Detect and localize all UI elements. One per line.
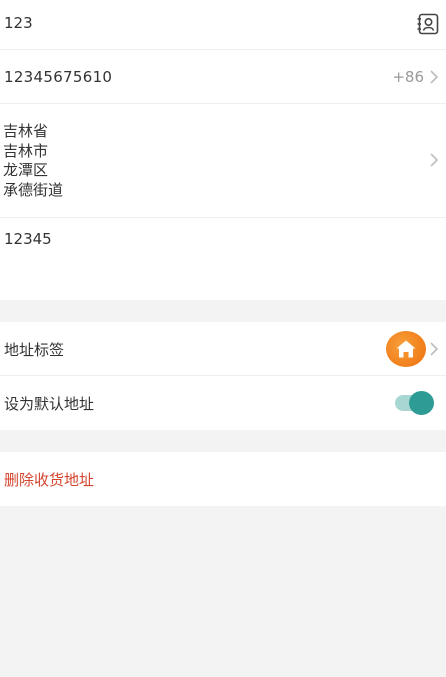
default-address-row: 设为默认地址 <box>0 376 446 430</box>
name-input[interactable]: 123 <box>4 14 33 32</box>
chevron-right-icon <box>428 341 440 357</box>
default-address-label: 设为默认地址 <box>4 395 95 413</box>
default-address-toggle[interactable] <box>395 391 435 415</box>
region-district: 龙潭区 <box>3 161 49 179</box>
region-selector-row[interactable]: 吉林省 吉林市 龙潭区 承德街道 <box>0 104 446 218</box>
region-street: 承德街道 <box>3 180 64 199</box>
delete-address-button[interactable]: 删除收货地址 <box>0 452 446 506</box>
detail-address-input[interactable]: 12345 <box>4 230 52 248</box>
address-tag-label: 地址标签 <box>4 341 65 359</box>
home-icon <box>396 340 416 358</box>
settings-card: 地址标签 设为默认地址 <box>0 322 446 430</box>
delete-card: 删除收货地址 <box>0 452 446 506</box>
phone-field-row[interactable]: 12345675610 +86 <box>0 50 446 104</box>
region-text: 吉林省 吉林市 龙潭区 承德街道 <box>3 122 63 200</box>
name-field-row[interactable]: 123 <box>0 0 446 50</box>
address-tag-row[interactable]: 地址标签 <box>0 322 446 376</box>
region-city: 吉林市 <box>3 141 49 160</box>
address-form-card: 123 12345675610 +86 吉林省 吉林市 龙潭区 承德街道 123… <box>0 0 446 300</box>
phone-input[interactable]: 12345675610 <box>4 68 112 86</box>
region-province: 吉林省 <box>3 122 49 140</box>
detail-address-row[interactable]: 12345 <box>0 218 446 300</box>
delete-address-label: 删除收货地址 <box>4 471 95 489</box>
toggle-thumb <box>409 391 434 415</box>
chevron-right-icon <box>428 69 440 85</box>
chevron-right-icon <box>428 152 440 168</box>
section-divider <box>0 430 446 452</box>
home-tag-badge[interactable] <box>386 331 426 367</box>
section-divider <box>0 300 446 322</box>
contact-book-icon[interactable] <box>416 12 440 36</box>
country-code-selector[interactable]: +86 <box>392 68 424 86</box>
